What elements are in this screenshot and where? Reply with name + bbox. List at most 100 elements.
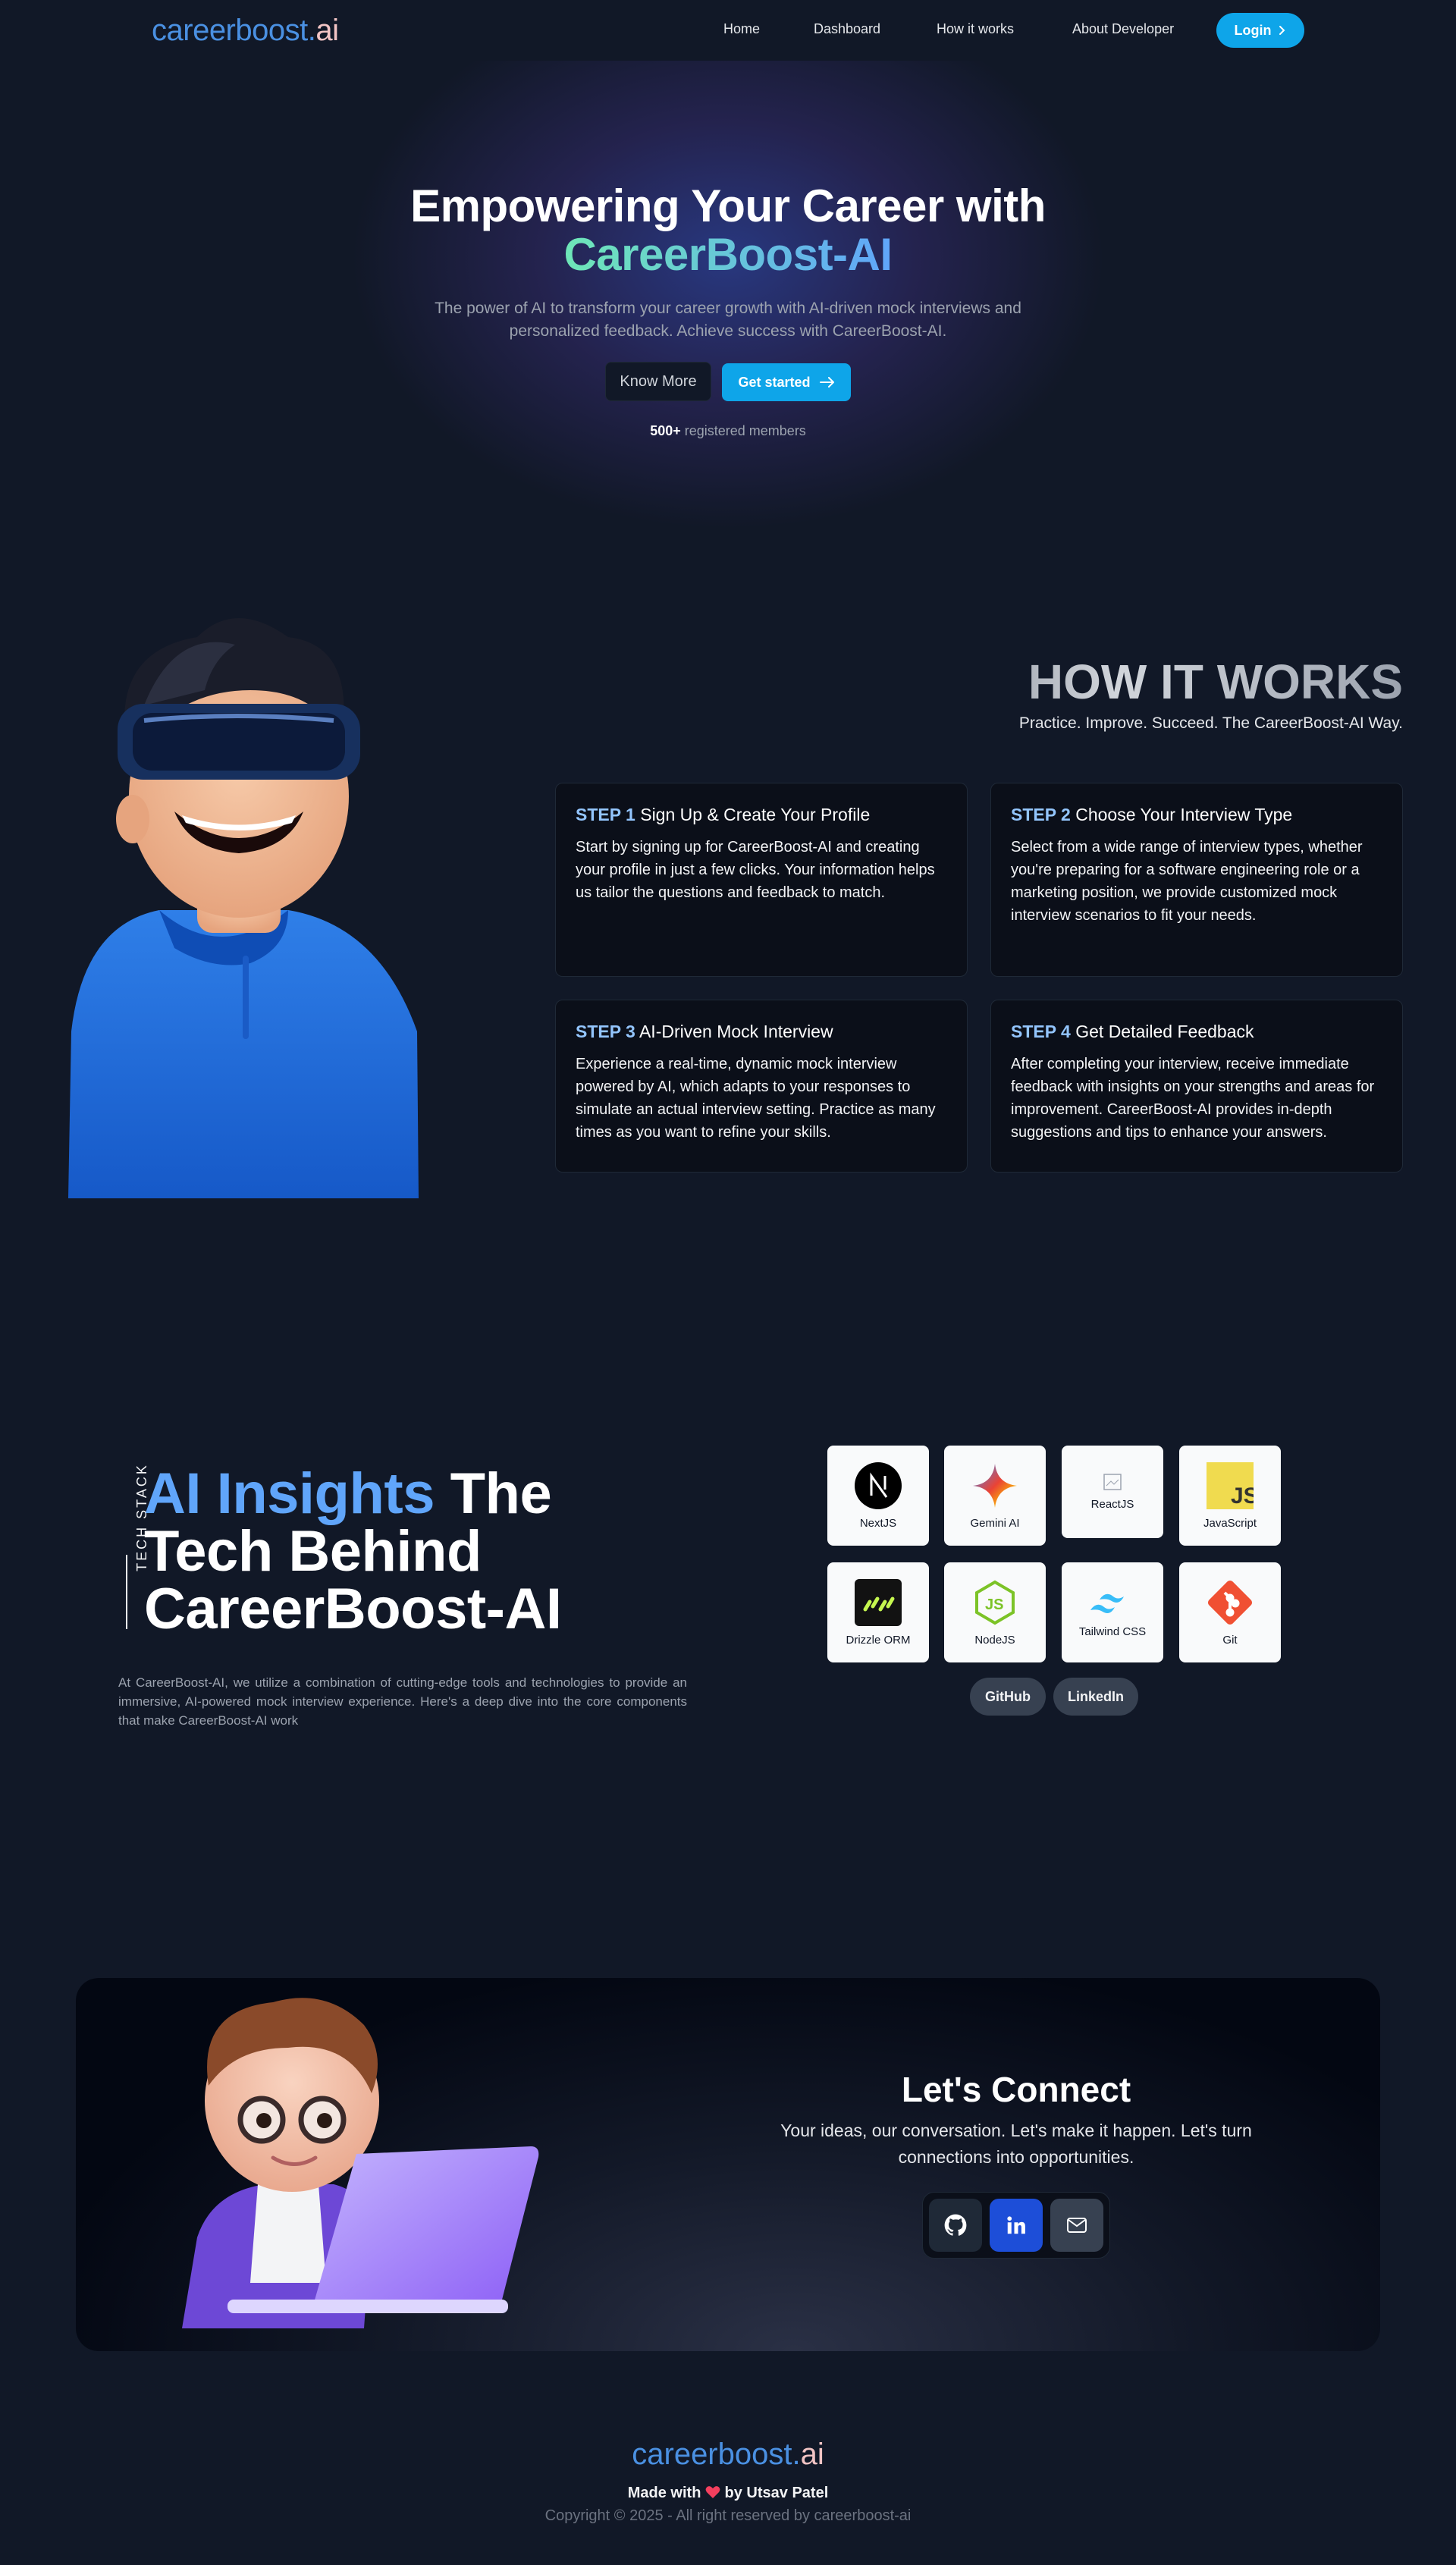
nav-link-dashboard[interactable]: Dashboard <box>814 21 880 37</box>
members-label: registered members <box>684 423 806 438</box>
members-count: 500+ registered members <box>0 423 1456 439</box>
tech-label-nodejs: NodeJS <box>974 1633 1015 1647</box>
hero-title-line1: Empowering Your Career with <box>410 181 1046 231</box>
step-4-number: STEP 4 <box>1011 1022 1071 1041</box>
tech-description: At CareerBoost-AI, we utilize a combinat… <box>118 1675 687 1728</box>
broken-image-icon <box>1103 1473 1122 1490</box>
step-2-heading: STEP 2 Choose Your Interview Type <box>1011 805 1382 825</box>
developer-avatar-illustration <box>182 1998 539 2328</box>
nav-link-about-developer[interactable]: About Developer <box>1072 21 1174 37</box>
footer-made-suffix: by Utsav Patel <box>724 2485 829 2501</box>
hero-title: Empowering Your Career with CareerBoost-… <box>0 182 1456 279</box>
step-card-2: STEP 2 Choose Your Interview Type Select… <box>990 783 1403 977</box>
tech-label-git: Git <box>1222 1633 1238 1647</box>
tech-title: AI Insights The Tech Behind CareerBoost-… <box>144 1465 675 1638</box>
step-card-1: STEP 1 Sign Up & Create Your Profile Sta… <box>555 783 968 977</box>
step-1-heading: STEP 1 Sign Up & Create Your Profile <box>576 805 947 825</box>
footer-made-with: Made with by Utsav Patel <box>0 2485 1456 2502</box>
footer-brand-ai: ai <box>800 2438 824 2471</box>
members-number: 500+ <box>650 423 681 438</box>
arrow-right-icon <box>819 377 834 388</box>
step-4-title: Get Detailed Feedback <box>1075 1022 1254 1041</box>
github-button[interactable] <box>929 2199 982 2252</box>
tech-card-reactjs: ReactJS <box>1062 1446 1163 1538</box>
tech-label-javascript: JavaScript <box>1203 1516 1257 1530</box>
tech-card-nextjs: NextJS <box>827 1446 929 1546</box>
nodejs-icon: JS <box>975 1580 1015 1625</box>
github-link-button[interactable]: GitHub <box>970 1678 1046 1716</box>
linkedin-icon <box>1007 2216 1025 2234</box>
social-icons-bar <box>922 2192 1110 2259</box>
get-started-button[interactable]: Get started <box>722 363 851 401</box>
step-2-body: Select from a wide range of interview ty… <box>1011 839 1363 924</box>
tech-title-part1: The <box>450 1461 552 1526</box>
tech-card-git: Git <box>1179 1562 1281 1662</box>
brand-logo[interactable]: careerboost.ai <box>152 14 339 48</box>
brand-logo-main: careerboost. <box>152 14 316 47</box>
step-card-3: STEP 3 AI-Driven Mock Interview Experien… <box>555 1000 968 1173</box>
javascript-icon: JS <box>1207 1461 1254 1509</box>
drizzle-icon <box>855 1578 902 1626</box>
tech-stack-label: TECH STACK <box>118 1463 149 1631</box>
know-more-button[interactable]: Know More <box>605 362 711 401</box>
linkedin-button[interactable] <box>990 2199 1043 2252</box>
tech-label-drizzle: Drizzle ORM <box>846 1633 911 1647</box>
get-started-label: Get started <box>738 374 811 390</box>
tech-label-reactjs: ReactJS <box>1090 1497 1134 1511</box>
github-icon <box>944 2214 967 2236</box>
heart-icon <box>705 2486 720 2498</box>
footer-made-prefix: Made with <box>627 2485 701 2501</box>
tech-card-javascript: JS JavaScript <box>1179 1446 1281 1546</box>
svg-text:JS: JS <box>1231 1483 1254 1509</box>
footer-brand-main: careerboost. <box>632 2438 801 2471</box>
tech-label-nextjs: NextJS <box>859 1516 897 1530</box>
step-3-heading: STEP 3 AI-Driven Mock Interview <box>576 1022 947 1042</box>
tech-title-highlight: AI Insights <box>144 1461 435 1526</box>
step-2-number: STEP 2 <box>1011 805 1071 824</box>
step-1-body: Start by signing up for CareerBoost-AI a… <box>576 839 935 901</box>
tech-stack-divider <box>126 1555 127 1629</box>
tech-card-drizzle: Drizzle ORM <box>827 1562 929 1662</box>
hero-subtitle: The power of AI to transform your career… <box>435 300 1021 340</box>
tech-card-nodejs: JS NodeJS <box>944 1562 1046 1662</box>
step-3-body: Experience a real-time, dynamic mock int… <box>576 1056 936 1141</box>
tech-card-gemini: Gemini AI <box>944 1446 1046 1546</box>
step-1-number: STEP 1 <box>576 805 635 824</box>
footer-brand-logo[interactable]: careerboost.ai <box>0 2438 1456 2472</box>
step-3-number: STEP 3 <box>576 1022 635 1041</box>
brand-logo-ai: ai <box>315 14 339 47</box>
nextjs-icon <box>855 1461 902 1509</box>
step-4-heading: STEP 4 Get Detailed Feedback <box>1011 1022 1382 1042</box>
chevron-right-icon <box>1279 26 1285 35</box>
tech-title-part2: Tech Behind <box>144 1519 482 1584</box>
git-icon <box>1207 1580 1253 1625</box>
tech-title-part3: CareerBoost-AI <box>144 1577 562 1641</box>
how-it-works-title: HOW IT WORKS <box>834 654 1403 710</box>
step-3-title: AI-Driven Mock Interview <box>639 1022 833 1041</box>
top-navbar: careerboost.ai Home Dashboard How it wor… <box>0 0 1456 61</box>
svg-text:JS: JS <box>985 1596 1003 1613</box>
login-button[interactable]: Login <box>1216 13 1304 48</box>
connect-subtitle: Your ideas, our conversation. Let's make… <box>780 2121 1252 2167</box>
gemini-icon <box>973 1463 1017 1508</box>
connect-title: Let's Connect <box>901 2070 1131 2109</box>
linkedin-link-button[interactable]: LinkedIn <box>1053 1678 1138 1716</box>
vr-avatar-illustration <box>68 618 419 1198</box>
tech-label-tailwind: Tailwind CSS <box>1078 1625 1147 1638</box>
mail-icon <box>1067 2218 1087 2233</box>
tailwind-icon <box>1090 1593 1124 1613</box>
login-button-label: Login <box>1234 22 1272 38</box>
tech-label-gemini: Gemini AI <box>970 1516 1020 1530</box>
nav-link-how-it-works[interactable]: How it works <box>937 21 1014 37</box>
step-2-title: Choose Your Interview Type <box>1075 805 1293 824</box>
nav-link-home[interactable]: Home <box>723 21 760 37</box>
step-card-4: STEP 4 Get Detailed Feedback After compl… <box>990 1000 1403 1173</box>
tech-card-tailwind: Tailwind CSS <box>1062 1562 1163 1662</box>
step-1-title: Sign Up & Create Your Profile <box>640 805 871 824</box>
step-4-body: After completing your interview, receive… <box>1011 1056 1375 1141</box>
footer-copyright: Copyright © 2025 - All right reserved by… <box>544 2507 912 2524</box>
hero-glow <box>349 61 1107 531</box>
email-button[interactable] <box>1050 2199 1103 2252</box>
hero-title-brand: CareerBoost-AI <box>563 229 893 280</box>
how-it-works-subtitle: Practice. Improve. Succeed. The CareerBo… <box>1018 714 1403 732</box>
